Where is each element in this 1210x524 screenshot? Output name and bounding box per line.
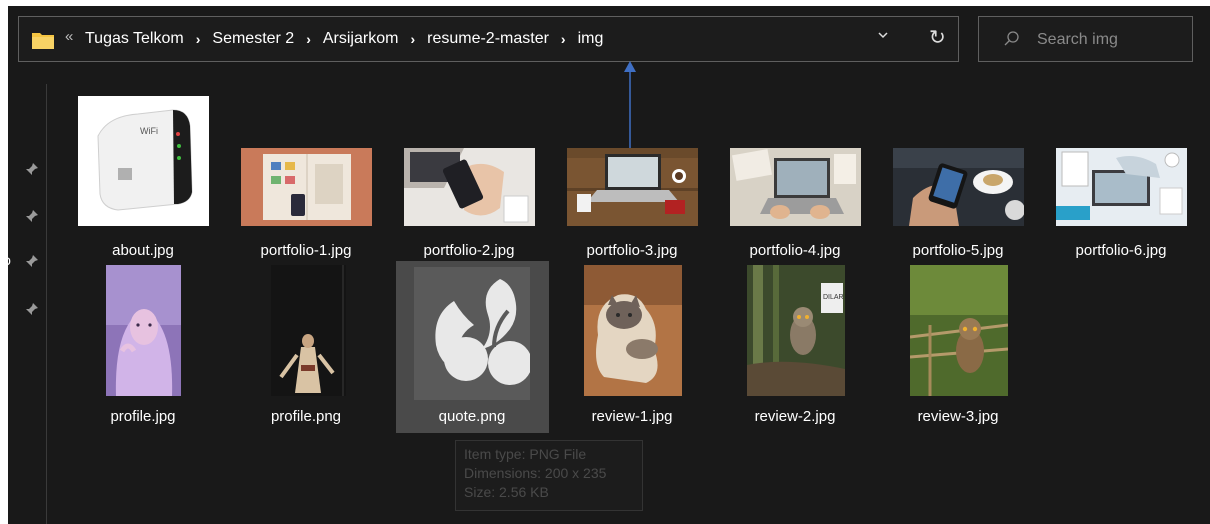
file-item[interactable]: profile.png — [241, 261, 371, 431]
navigation-pane: io — [0, 84, 47, 524]
image-thumbnail — [567, 148, 698, 226]
file-name: portfolio-1.jpg — [260, 242, 352, 259]
file-name: quote.png — [438, 408, 506, 425]
image-thumbnail — [106, 265, 181, 396]
tooltip-size: Size: 2.56 KB — [464, 484, 549, 500]
pin-icon[interactable] — [25, 209, 39, 223]
file-item[interactable]: DILAR review-2.jpg — [730, 261, 860, 431]
file-item[interactable]: review-1.jpg — [567, 261, 697, 431]
svg-text:DILAR: DILAR — [823, 294, 844, 301]
file-item[interactable]: portfolio-4.jpg — [730, 96, 861, 266]
image-thumbnail — [241, 148, 372, 226]
folder-icon — [32, 33, 54, 49]
image-thumbnail — [730, 148, 861, 226]
image-thumbnail: DILAR — [747, 265, 845, 396]
chevron-right-icon[interactable]: › — [410, 31, 415, 47]
image-thumbnail: WiFi — [78, 96, 209, 226]
explorer-window: « Tugas Telkom › Semester 2 › Arsijarkom… — [0, 6, 1210, 524]
search-input[interactable] — [1035, 27, 1189, 53]
overflow-chevron-icon[interactable]: « — [65, 28, 73, 45]
image-thumbnail — [584, 265, 682, 396]
address-bar[interactable]: « Tugas Telkom › Semester 2 › Arsijarkom… — [18, 16, 959, 62]
file-item[interactable]: WiFi about.jpg — [78, 96, 209, 266]
chevron-right-icon[interactable]: › — [306, 31, 311, 47]
file-item-selected[interactable]: quote.png — [396, 261, 549, 433]
search-icon — [1004, 31, 1019, 46]
file-name: portfolio-2.jpg — [423, 242, 515, 259]
image-thumbnail — [910, 265, 1008, 396]
pin-icon[interactable] — [25, 162, 39, 176]
file-name: about.jpg — [112, 242, 174, 259]
chevron-right-icon[interactable]: › — [196, 31, 201, 47]
file-item[interactable]: portfolio-3.jpg — [567, 96, 698, 266]
file-name: portfolio-4.jpg — [749, 242, 841, 259]
file-item[interactable]: portfolio-2.jpg — [404, 96, 535, 266]
image-thumbnail — [271, 265, 346, 396]
pin-icon[interactable] — [25, 254, 39, 268]
file-item[interactable]: portfolio-1.jpg — [241, 96, 372, 266]
file-name: portfolio-5.jpg — [912, 242, 1004, 259]
tooltip-item-type: Item type: PNG File — [464, 446, 587, 462]
chevron-right-icon[interactable]: › — [561, 31, 566, 47]
image-thumbnail — [414, 267, 530, 400]
search-box[interactable] — [978, 16, 1193, 62]
file-item[interactable]: review-3.jpg — [893, 261, 1023, 431]
file-name: portfolio-6.jpg — [1075, 242, 1167, 259]
breadcrumb-item-current[interactable]: img — [576, 30, 606, 48]
file-item[interactable]: portfolio-6.jpg — [1056, 96, 1187, 266]
file-name: review-3.jpg — [917, 408, 999, 425]
chevron-down-icon[interactable] — [877, 29, 889, 44]
breadcrumb-item[interactable]: Semester 2 — [210, 30, 296, 48]
image-thumbnail — [1056, 148, 1187, 226]
file-item[interactable]: portfolio-5.jpg — [893, 96, 1024, 266]
breadcrumb: Tugas Telkom › Semester 2 › Arsijarkom ›… — [83, 30, 605, 48]
pin-icon[interactable] — [25, 302, 39, 316]
svg-text:WiFi: WiFi — [140, 126, 158, 136]
nav-item-label[interactable]: io — [0, 252, 11, 268]
file-info-tooltip: Item type: PNG File Dimensions: 200 x 23… — [455, 440, 643, 511]
breadcrumb-item[interactable]: resume-2-master — [425, 30, 551, 48]
file-name: profile.jpg — [110, 408, 176, 425]
file-name: review-1.jpg — [591, 408, 673, 425]
file-item[interactable]: profile.jpg — [78, 261, 208, 431]
tooltip-dimensions: Dimensions: 200 x 235 — [464, 465, 607, 481]
breadcrumb-item[interactable]: Tugas Telkom — [83, 30, 186, 48]
file-name: review-2.jpg — [754, 408, 836, 425]
image-thumbnail — [893, 148, 1024, 226]
file-name: portfolio-3.jpg — [586, 242, 678, 259]
file-name: profile.png — [270, 408, 342, 425]
breadcrumb-item[interactable]: Arsijarkom — [321, 30, 401, 48]
image-thumbnail — [404, 148, 535, 226]
refresh-icon[interactable]: ↻ — [929, 25, 946, 50]
